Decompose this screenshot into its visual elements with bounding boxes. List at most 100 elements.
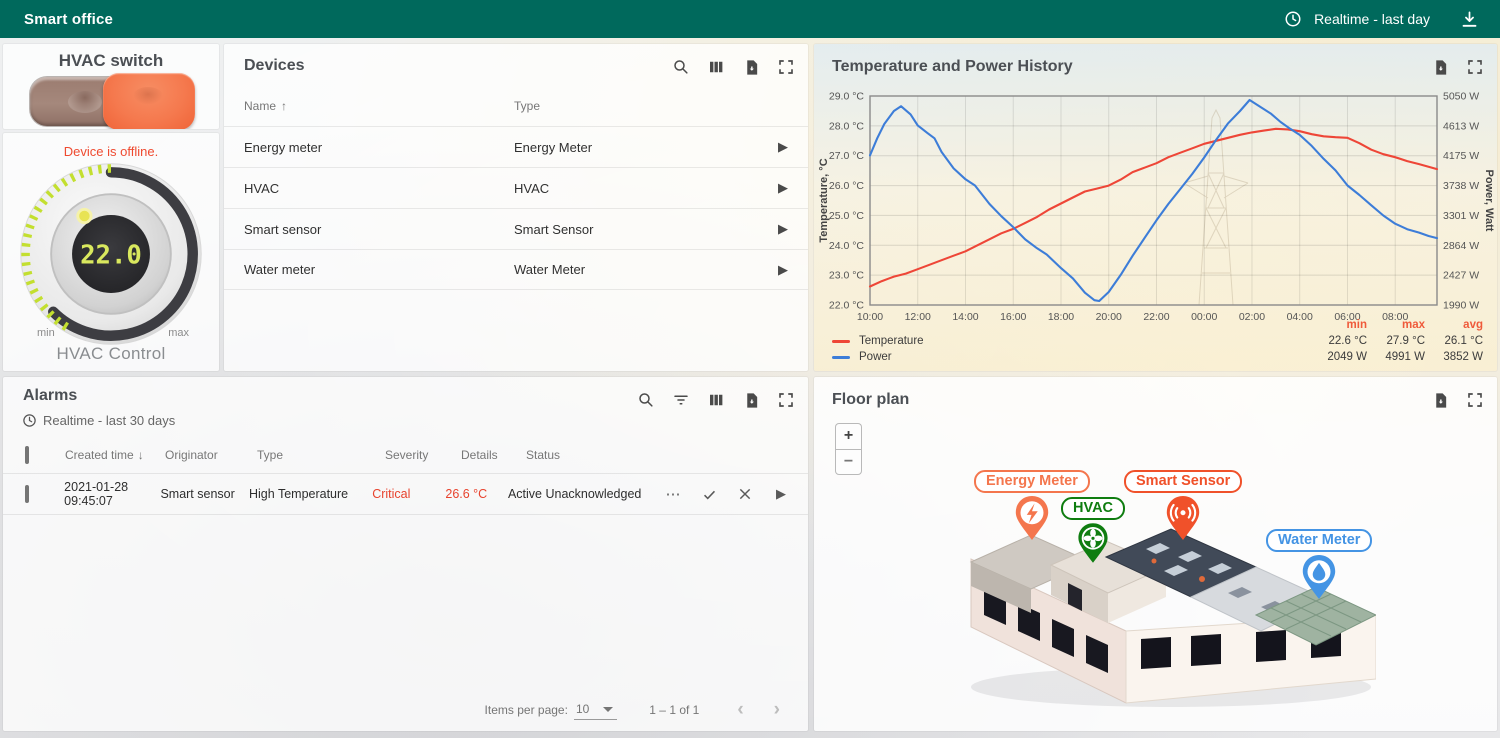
filter-icon[interactable] [671,390,691,410]
alarm-details: 26.6 °C [445,487,508,501]
alarms-column-originator[interactable]: Originator [165,448,257,462]
legend-item-temperature[interactable]: Temperature [832,335,1309,347]
alarms-column-details[interactable]: Details [461,448,526,462]
svg-text:4613 W: 4613 W [1443,120,1479,132]
device-details-icon[interactable]: ▶ [774,262,792,278]
acknowledge-icon[interactable] [698,483,720,505]
alarm-severity: Critical [372,487,445,501]
device-offline-message: Device is offline. [3,144,219,159]
svg-text:23.0 °C: 23.0 °C [829,270,865,282]
marker-smart-sensor[interactable]: Smart Sensor [1124,470,1242,541]
device-details-icon[interactable]: ▶ [774,221,792,237]
export-file-icon[interactable] [741,57,761,77]
alarms-column-status[interactable]: Status [526,448,792,462]
floorplan-widget: Floor plan + − [814,377,1497,731]
alarm-details-icon[interactable]: ▶ [770,483,792,505]
knob-max-label: max [168,327,189,339]
alarms-column-created-time[interactable]: Created time↓ [65,448,165,462]
alarm-status: Active Unacknowledged [508,487,662,501]
svg-text:4175 W: 4175 W [1443,150,1479,162]
select-all-checkbox[interactable] [25,446,29,464]
marker-hvac[interactable]: HVAC [1061,497,1125,564]
history-chart-widget: Temperature and Power History 29.0 °C 505… [814,44,1497,371]
alarms-timewindow[interactable]: Realtime - last 30 days [21,412,175,428]
hvac-switch-toggle[interactable] [30,77,192,126]
clock-icon [21,412,37,428]
hvac-switch-knob[interactable] [103,73,195,129]
timewindow-button[interactable]: Realtime - last day [1280,6,1430,32]
alarm-row[interactable]: 2021-01-28 09:45:07 Smart sensor High Te… [3,473,808,515]
svg-text:25.0 °C: 25.0 °C [829,210,865,222]
stat-header-max: max [1367,319,1425,331]
svg-text:Temperature, °C: Temperature, °C [818,158,830,242]
history-title: Temperature and Power History [832,58,1073,76]
export-file-icon[interactable] [741,390,761,410]
zoom-in-button[interactable]: + [835,423,862,449]
temperature-series-swatch [832,340,850,343]
columns-icon[interactable] [706,57,726,77]
timewindow-label: Realtime - last day [1314,11,1430,27]
fullscreen-icon[interactable] [1465,390,1485,410]
export-dashboard-icon[interactable] [1456,6,1482,32]
svg-text:24.0 °C: 24.0 °C [829,240,865,252]
legend-item-power[interactable]: Power [832,351,1309,363]
fullscreen-icon[interactable] [776,390,796,410]
page-range: 1 – 1 of 1 [649,703,699,717]
alarms-column-severity[interactable]: Severity [385,448,461,462]
device-row-water-meter[interactable]: Water meter Water Meter ▶ [224,249,808,290]
svg-text:3738 W: 3738 W [1443,180,1479,192]
fullscreen-icon[interactable] [776,57,796,77]
svg-text:27.0 °C: 27.0 °C [829,150,865,162]
zoom-out-button[interactable]: − [835,449,862,475]
sort-asc-icon: ↑ [281,99,287,113]
dashboard-title: Smart office [24,11,113,28]
hvac-control-knob[interactable]: 22.0 [16,159,206,349]
device-row-hvac[interactable]: HVAC HVAC ▶ [224,167,808,208]
fullscreen-icon[interactable] [1465,57,1485,77]
device-row-energy-meter[interactable]: Energy meter Energy Meter ▶ [224,126,808,167]
history-line-chart: 29.0 °C5050 W28.0 °C4613 W27.0 °C4175 W2… [814,88,1497,326]
clock-icon [1280,6,1306,32]
columns-icon[interactable] [706,390,726,410]
svg-text:Power, Watt: Power, Watt [1483,170,1495,232]
svg-text:2427 W: 2427 W [1443,270,1479,282]
alarms-column-type[interactable]: Type [257,448,385,462]
svg-text:2864 W: 2864 W [1443,240,1479,252]
search-icon[interactable] [671,57,691,77]
items-per-page-select[interactable]: 10 [574,700,617,720]
svg-text:3301 W: 3301 W [1443,210,1479,222]
pagination: Items per page: 10 1 – 1 of 1 ‹ › [485,699,790,721]
device-details-icon[interactable]: ▶ [774,180,792,196]
svg-text:5050 W: 5050 W [1443,91,1479,103]
hvac-control-widget: Device is offline. 22.0 min max [3,133,219,371]
search-icon[interactable] [636,390,656,410]
next-page-button[interactable]: › [764,699,790,721]
water-meter-pin-icon [1301,554,1337,600]
clear-alarm-icon[interactable] [734,483,756,505]
hvac-switch-widget: HVAC switch [3,44,219,129]
alarm-row-checkbox[interactable] [25,485,29,503]
knob-indicator-led [78,209,91,222]
devices-column-type[interactable]: Type [514,99,788,113]
devices-column-name[interactable]: Name↑ [244,99,514,113]
marker-water-meter[interactable]: Water Meter [1266,529,1372,600]
chart-legend: min max avg Temperature 22.6 °C 27.9 °C … [832,317,1483,365]
device-row-smart-sensor[interactable]: Smart sensor Smart Sensor ▶ [224,208,808,249]
export-file-icon[interactable] [1430,390,1450,410]
devices-widget: Devices Name↑ Type Energy meter Energy M… [224,44,808,371]
stat-header-avg: avg [1425,319,1483,331]
knob-min-label: min [37,327,55,339]
device-details-icon[interactable]: ▶ [774,139,792,155]
devices-title: Devices [244,57,305,75]
export-file-icon[interactable] [1430,57,1450,77]
smart-sensor-pin-icon [1165,495,1201,541]
more-actions-icon[interactable]: ⋯ [662,483,684,505]
svg-text:26.0 °C: 26.0 °C [829,180,865,192]
alarms-widget: Alarms Realtime - last 30 days Created t… [3,377,808,731]
hvac-switch-title: HVAC switch [3,51,219,71]
previous-page-button[interactable]: ‹ [727,699,753,721]
svg-text:29.0 °C: 29.0 °C [829,91,865,103]
alarms-title: Alarms [23,387,77,405]
top-bar: Smart office Realtime - last day [0,0,1500,38]
energy-meter-pin-icon [1014,495,1050,541]
